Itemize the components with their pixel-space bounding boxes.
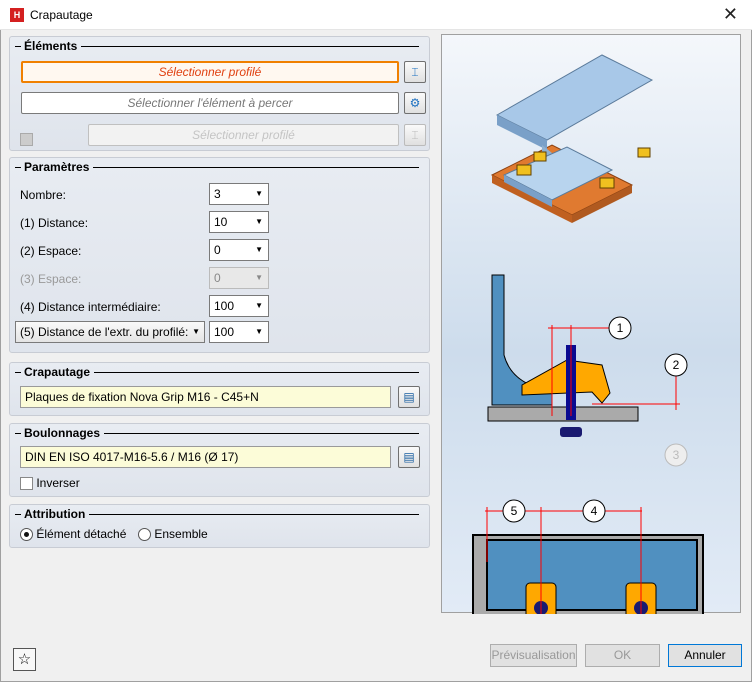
checkbox-box[interactable]: [20, 477, 33, 491]
espace3-combo[interactable]: 0 ▼: [209, 267, 269, 289]
radio-dot[interactable]: [20, 528, 33, 542]
end-distance-mode-select[interactable]: (5) Distance de l'extr. du profilé: ▼: [15, 321, 205, 343]
preview-panel: 1 2 3 5 4: [441, 34, 741, 636]
select-part-button[interactable]: Sélectionner l'élément à percer: [21, 92, 399, 114]
end-distance-combo[interactable]: 100 ▼: [209, 321, 269, 343]
combo-value: 3: [214, 187, 221, 201]
combo-value: 100: [214, 299, 235, 313]
group-title: Crapautage: [15, 365, 419, 379]
cancel-button[interactable]: Annuler: [668, 644, 742, 667]
select-value: (5) Distance de l'extr. du profilé:: [20, 325, 189, 339]
radio-assembly[interactable]: Ensemble: [138, 527, 208, 542]
profile-pick-icon[interactable]: ⌶: [404, 61, 426, 83]
radio-detached[interactable]: Élément détaché: [20, 527, 127, 542]
gear-icon[interactable]: ⚙: [404, 92, 426, 114]
group-title: Éléments: [15, 39, 419, 53]
group-title: Paramètres: [15, 160, 419, 174]
clamp-illustration: 1 2 3 5 4: [472, 54, 704, 636]
param-label: (2) Espace:: [20, 244, 82, 258]
distance-combo[interactable]: 10 ▼: [209, 211, 269, 233]
catalog-icon[interactable]: ▤: [398, 446, 420, 468]
chevron-down-icon: ▼: [255, 273, 263, 282]
crapautage-group: Crapautage Plaques de fixation Nova Grip…: [9, 362, 430, 416]
intermediate-distance-combo[interactable]: 100 ▼: [209, 295, 269, 317]
radio-label: Élément détaché: [36, 527, 127, 541]
bolt-field[interactable]: DIN EN ISO 4017-M16-5.6 / M16 (Ø 17): [20, 446, 391, 468]
param-label: Nombre:: [20, 188, 67, 202]
param-label: (1) Distance:: [20, 216, 89, 230]
bolting-group: Boulonnages DIN EN ISO 4017-M16-5.6 / M1…: [9, 423, 430, 497]
section-diagram: 1 2 3: [487, 274, 688, 467]
checkbox-label: Inverser: [36, 476, 80, 490]
ok-button[interactable]: OK: [585, 644, 660, 667]
attribution-group: Attribution Élément détaché Ensemble: [9, 504, 430, 548]
callout-label: 3: [673, 448, 680, 462]
group-title: Boulonnages: [15, 426, 419, 440]
param-label: (4) Distance intermédiaire:: [20, 300, 161, 314]
radio-label: Ensemble: [154, 527, 208, 541]
catalog-icon[interactable]: ▤: [398, 386, 420, 408]
callout-label: 4: [591, 504, 598, 518]
chevron-down-icon: ▼: [255, 189, 263, 198]
chevron-down-icon: ▼: [192, 327, 200, 336]
beam-3d-image: [490, 54, 654, 223]
title-bar: H Crapautage ✕: [0, 0, 752, 30]
app-icon: H: [10, 8, 24, 22]
combo-value: 10: [214, 215, 228, 229]
espace-combo[interactable]: 0 ▼: [209, 239, 269, 261]
callout-label: 5: [511, 504, 518, 518]
favorites-star-button[interactable]: ☆: [13, 648, 36, 671]
combo-value: 100: [214, 325, 235, 339]
chevron-down-icon: ▼: [255, 327, 263, 336]
radio-dot[interactable]: [138, 528, 151, 542]
preview-button[interactable]: Prévisualisation: [490, 644, 577, 667]
elements-group: Éléments Sélectionner profilé ⌶ Sélectio…: [9, 36, 430, 151]
param-label: (3) Espace:: [20, 272, 82, 286]
combo-value: 0: [214, 243, 221, 257]
callout-label: 2: [673, 358, 680, 372]
clamp-field[interactable]: Plaques de fixation Nova Grip M16 - C45+…: [20, 386, 391, 408]
chevron-down-icon: ▼: [255, 217, 263, 226]
second-profile-checkbox[interactable]: [20, 133, 33, 146]
plan-diagram: 5 4: [472, 499, 704, 636]
parameters-group: Paramètres Nombre: 3 ▼ (1) Distance: 10 ▼ …: [9, 157, 430, 353]
invert-checkbox[interactable]: Inverser: [20, 476, 80, 491]
select-profile-button[interactable]: Sélectionner profilé: [21, 61, 399, 83]
chevron-down-icon: ▼: [255, 301, 263, 310]
nombre-combo[interactable]: 3 ▼: [209, 183, 269, 205]
profile-pick-disabled-icon[interactable]: ⌶: [404, 124, 426, 146]
combo-value: 0: [214, 271, 221, 285]
group-title: Attribution: [15, 507, 419, 521]
dialog-body: Éléments Sélectionner profilé ⌶ Sélectio…: [0, 30, 752, 682]
callout-label: 1: [617, 321, 624, 335]
close-button[interactable]: ✕: [723, 4, 738, 25]
chevron-down-icon: ▼: [255, 245, 263, 254]
select-profile2-button[interactable]: Sélectionner profilé: [88, 124, 399, 146]
window-title: Crapautage: [30, 8, 93, 22]
